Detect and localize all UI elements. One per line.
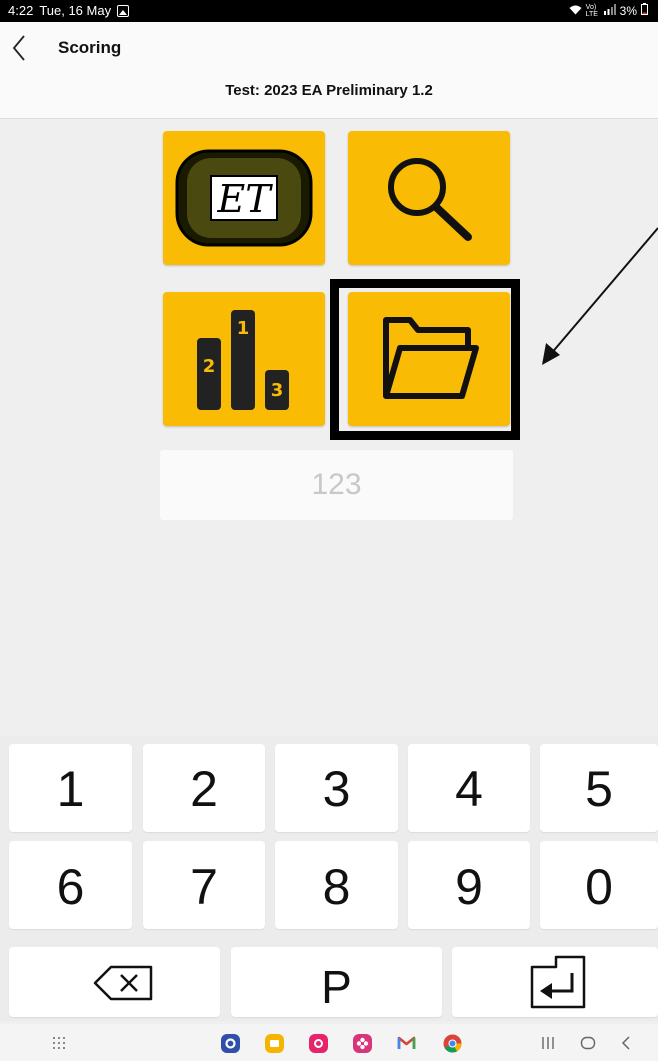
enter-icon [530, 955, 586, 1009]
annotation-arrow-icon [542, 227, 658, 365]
wifi-icon [569, 4, 582, 18]
search-icon [388, 158, 472, 241]
flower-app-icon[interactable] [353, 1034, 372, 1053]
battery-icon [641, 3, 648, 18]
volte-icon: Vo) LTE [585, 3, 598, 18]
key-3[interactable]: 3 [275, 744, 398, 832]
numeric-keypad: 1 2 3 4 5 6 7 8 9 0 P [0, 736, 658, 1021]
podium-label-2: 2 [203, 356, 216, 377]
status-date: Tue, 16 May [39, 3, 112, 18]
key-0[interactable]: 0 [540, 841, 658, 929]
signal-icon [603, 3, 616, 18]
p-key[interactable]: P [231, 947, 442, 1017]
key-4[interactable]: 4 [408, 744, 530, 832]
nav-back-icon[interactable] [620, 1035, 632, 1056]
backspace-icon [93, 965, 153, 1001]
results-tile[interactable]: 2 1 3 [163, 292, 325, 426]
status-time: 4:22 [8, 3, 34, 18]
recents-icon[interactable] [541, 1036, 555, 1055]
system-nav-bar [0, 1024, 658, 1061]
battery-percent: 3% [619, 3, 637, 18]
enter-key[interactable] [452, 947, 658, 1017]
search-tile[interactable] [348, 131, 510, 265]
key-8[interactable]: 8 [275, 841, 398, 929]
app-drawer-icon[interactable] [52, 1036, 66, 1055]
backspace-key[interactable] [9, 947, 220, 1017]
chevron-left-icon [12, 35, 25, 61]
number-input[interactable]: 123 [160, 450, 513, 520]
page-title: Scoring [58, 38, 122, 57]
gallery-notification-icon [117, 4, 130, 17]
key-5[interactable]: 5 [540, 744, 658, 832]
chrome-app-icon[interactable] [443, 1034, 462, 1058]
key-7[interactable]: 7 [143, 841, 265, 929]
key-1[interactable]: 1 [9, 744, 132, 832]
app-bar: Scoring Test: 2023 EA Preliminary 1.2 [0, 22, 658, 118]
key-6[interactable]: 6 [9, 841, 132, 929]
podium-label-1: 1 [237, 318, 250, 339]
timing-tile[interactable]: ET [163, 131, 325, 265]
status-bar: 4:22 Tue, 16 May Vo) LTE 3% [0, 0, 658, 22]
timing-device-icon: ET [175, 149, 313, 247]
podium-icon: 2 1 3 [197, 310, 289, 410]
back-button[interactable] [6, 32, 34, 64]
gmail-app-icon[interactable] [397, 1035, 416, 1056]
settings-app-icon[interactable] [221, 1034, 240, 1053]
key-2[interactable]: 2 [143, 744, 265, 832]
key-9[interactable]: 9 [408, 841, 530, 929]
files-app-icon[interactable] [265, 1034, 284, 1053]
timing-logo-text: ET [216, 177, 273, 221]
highlight-box [330, 279, 520, 440]
podium-label-3: 3 [271, 380, 284, 401]
test-name: Test: 2023 EA Preliminary 1.2 [225, 82, 433, 99]
camera-app-icon[interactable] [309, 1034, 328, 1053]
home-icon[interactable] [580, 1035, 596, 1056]
